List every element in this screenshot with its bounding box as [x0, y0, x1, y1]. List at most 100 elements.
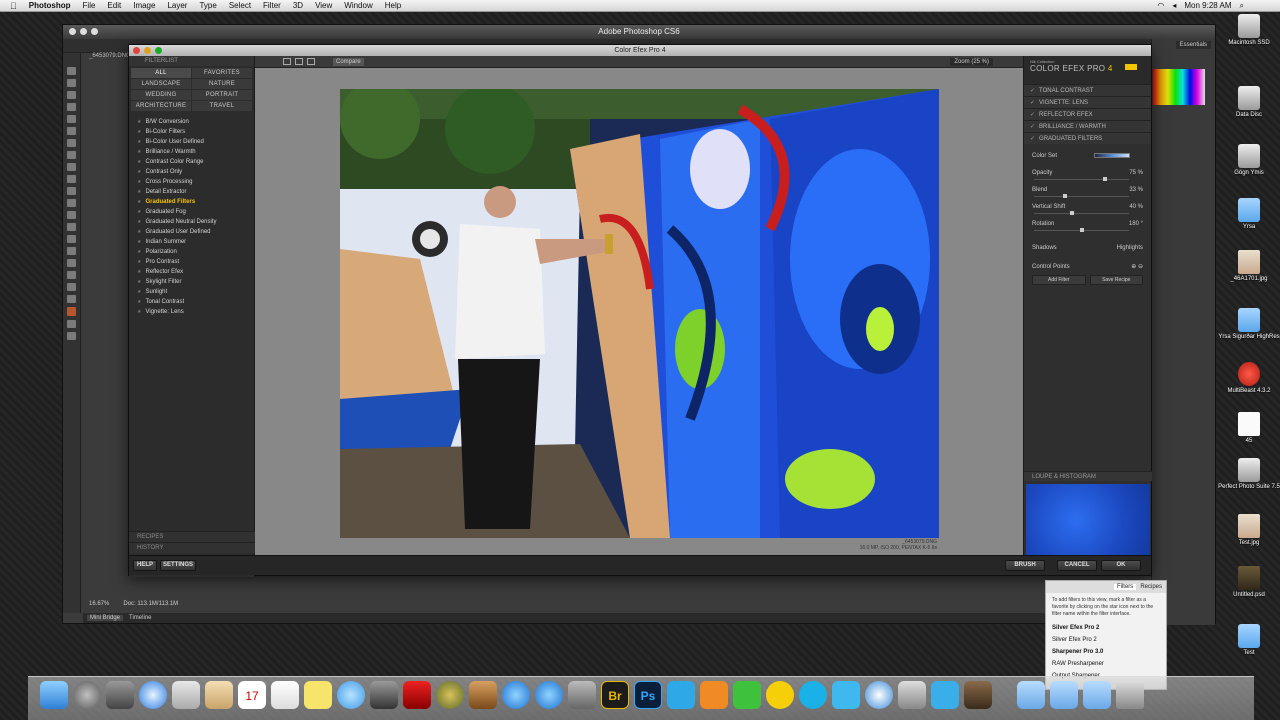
- rotation-knob[interactable]: [1079, 228, 1084, 232]
- desktop-icon[interactable]: Macintosh SSD: [1218, 14, 1280, 46]
- tab-timeline[interactable]: Timeline: [129, 615, 151, 621]
- opacity-value[interactable]: 75 %: [1129, 167, 1143, 179]
- filter-item[interactable]: ★ Indian Summer: [129, 237, 254, 247]
- filter-item[interactable]: ★ Tonal Contrast: [129, 297, 254, 307]
- system-preferences-icon[interactable]: [568, 681, 596, 709]
- tab-filters[interactable]: Filters: [1113, 584, 1137, 590]
- category-wedding[interactable]: WEDDING: [131, 90, 191, 100]
- wifi-icon[interactable]: ◠: [1157, 1, 1164, 10]
- shape-tool-icon[interactable]: [67, 271, 76, 279]
- star-icon[interactable]: ★: [137, 277, 141, 287]
- vertical-shift-value[interactable]: 40 %: [1129, 201, 1143, 213]
- eyedropper-tool-icon[interactable]: [67, 127, 76, 135]
- applications-stack-icon[interactable]: [1017, 681, 1045, 709]
- tab-recipes[interactable]: Recipes: [1140, 584, 1162, 590]
- applied-filter-row-active[interactable]: ✓ GRADUATED FILTERS: [1024, 132, 1151, 144]
- dodge-tool-icon[interactable]: [67, 223, 76, 231]
- apple-menu-icon[interactable]: : [10, 1, 17, 11]
- plugin-minimize-icon[interactable]: [144, 47, 151, 54]
- menu-file[interactable]: File: [83, 1, 96, 10]
- nik-filter-item[interactable]: Silver Efex Pro 2: [1046, 634, 1166, 646]
- downloads-stack-icon[interactable]: [1083, 681, 1111, 709]
- zoom-select[interactable]: Zoom (25 %): [950, 58, 993, 66]
- menu-edit[interactable]: Edit: [107, 1, 121, 10]
- itunes-icon[interactable]: [502, 681, 530, 709]
- compare-button[interactable]: Compare: [333, 58, 364, 66]
- vertical-shift-knob[interactable]: [1070, 211, 1074, 215]
- gradient-tool-icon[interactable]: [67, 199, 76, 207]
- plugin-close-icon[interactable]: [133, 47, 140, 54]
- menu-image[interactable]: Image: [133, 1, 155, 10]
- single-view-icon[interactable]: [283, 58, 291, 65]
- filter-item[interactable]: ★ B/W Conversion: [129, 117, 254, 127]
- star-icon[interactable]: ★: [137, 177, 141, 187]
- excel-icon[interactable]: [733, 681, 761, 709]
- trash-icon[interactable]: [1116, 681, 1144, 709]
- desktop-icon[interactable]: Yrsa Sigurðar HighRes: [1218, 308, 1280, 340]
- pen-tool-icon[interactable]: [67, 235, 76, 243]
- nik-filter-item[interactable]: Sharpener Pro 3.0: [1046, 646, 1166, 658]
- side-by-side-icon[interactable]: [307, 58, 315, 65]
- opacity-track[interactable]: [1034, 179, 1129, 180]
- filter-item[interactable]: ★ Cross Processing: [129, 177, 254, 187]
- star-icon[interactable]: ★: [137, 167, 141, 177]
- mail-icon[interactable]: [172, 681, 200, 709]
- menu-window[interactable]: Window: [344, 1, 372, 10]
- settings-button[interactable]: SETTINGS: [160, 560, 196, 571]
- desktop-icon[interactable]: Perfect Photo Suite 7.5: [1218, 458, 1280, 490]
- launchpad-icon[interactable]: [73, 681, 101, 709]
- move-tool-icon[interactable]: [67, 67, 76, 75]
- star-icon[interactable]: ★: [137, 187, 141, 197]
- tab-mini-bridge[interactable]: Mini Bridge: [87, 615, 124, 621]
- category-travel[interactable]: TRAVEL: [192, 101, 252, 111]
- photoshop-icon[interactable]: Ps: [634, 681, 662, 709]
- documents-stack-icon[interactable]: [1050, 681, 1078, 709]
- star-icon[interactable]: ★: [137, 127, 141, 137]
- filter-item[interactable]: ★ Contrast Only: [129, 167, 254, 177]
- check-icon[interactable]: ✓: [1030, 97, 1035, 108]
- category-architecture[interactable]: ARCHITECTURE: [131, 101, 191, 111]
- filter-item[interactable]: ★ Detail Extractor: [129, 187, 254, 197]
- filter-item[interactable]: ★ Pro Contrast: [129, 257, 254, 267]
- messages-icon[interactable]: [337, 681, 365, 709]
- menu-app-name[interactable]: Photoshop: [29, 1, 71, 10]
- category-landscape[interactable]: LANDSCAPE: [131, 79, 191, 89]
- opacity-knob[interactable]: [1103, 177, 1108, 181]
- nik-filter-item[interactable]: Silver Efex Pro 2: [1046, 622, 1166, 634]
- bridge-icon[interactable]: Br: [601, 681, 629, 709]
- star-icon[interactable]: ★: [137, 147, 141, 157]
- document-tab[interactable]: _6453079.DNG: [85, 53, 131, 63]
- star-icon[interactable]: ★: [137, 157, 141, 167]
- network-icon[interactable]: [865, 681, 893, 709]
- filter-item[interactable]: ★ Graduated Neutral Density: [129, 217, 254, 227]
- filter-item[interactable]: ★ Brilliance / Warmth: [129, 147, 254, 157]
- blend-knob[interactable]: [1063, 194, 1068, 198]
- filter-item[interactable]: ★ Graduated User Defined: [129, 227, 254, 237]
- history-section[interactable]: HISTORY: [129, 542, 255, 553]
- highlights-label[interactable]: Highlights: [1117, 245, 1143, 251]
- star-icon[interactable]: ★: [137, 257, 141, 267]
- garageband-icon[interactable]: [469, 681, 497, 709]
- filter-item[interactable]: ★ Bi-Color User Defined: [129, 137, 254, 147]
- facetime-icon[interactable]: [370, 681, 398, 709]
- desktop-icon[interactable]: _46A1701.jpg: [1218, 250, 1280, 282]
- filterlist-header[interactable]: FILTERLIST: [129, 56, 254, 66]
- type-tool-icon[interactable]: [67, 247, 76, 255]
- word-icon[interactable]: [667, 681, 695, 709]
- star-icon[interactable]: ★: [137, 247, 141, 257]
- filter-item[interactable]: ★ Contrast Color Range: [129, 157, 254, 167]
- star-icon[interactable]: ★: [137, 117, 141, 127]
- close-icon[interactable]: [69, 28, 76, 35]
- lasso-tool-icon[interactable]: [67, 91, 76, 99]
- applied-filter-row[interactable]: ✓ REFLECTOR EFEX: [1024, 108, 1151, 120]
- category-favorites[interactable]: FAVORITES: [192, 68, 252, 78]
- loupe-header[interactable]: LOUPE & HISTOGRAM: [1024, 471, 1152, 481]
- menu-3d[interactable]: 3D: [293, 1, 303, 10]
- filter-item[interactable]: ★ Graduated Fog: [129, 207, 254, 217]
- save-recipe-button[interactable]: Save Recipe: [1089, 275, 1143, 285]
- desktop-icon[interactable]: Untitled.psd: [1218, 566, 1280, 598]
- help-button[interactable]: HELP: [133, 560, 157, 571]
- add-filter-button[interactable]: Add Filter: [1032, 275, 1086, 285]
- finder-icon[interactable]: [40, 681, 68, 709]
- volume-icon[interactable]: ◂: [1172, 1, 1176, 10]
